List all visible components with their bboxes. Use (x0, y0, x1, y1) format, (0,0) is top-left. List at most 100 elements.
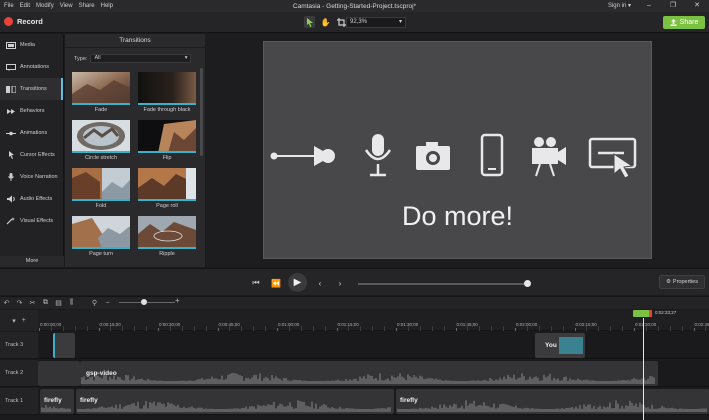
transition-thumb-flip[interactable] (138, 120, 196, 153)
transition-thumb-circle-stretch[interactable] (72, 120, 130, 153)
transition-marker[interactable] (559, 337, 583, 354)
zoom-select[interactable]: 92,3% (346, 17, 406, 28)
type-select[interactable]: All (90, 54, 192, 63)
record-button[interactable]: Record (4, 17, 43, 26)
sidebar-item-behaviors[interactable]: Behaviors (0, 100, 63, 122)
sidebar-item-annotations[interactable]: Annotations (0, 56, 63, 78)
clip[interactable] (53, 333, 75, 358)
sidebar-item-animations[interactable]: Animations (0, 122, 63, 144)
transition-thumb-fold[interactable] (72, 168, 130, 201)
menu-help[interactable]: Help (101, 3, 113, 9)
play-button[interactable]: ▶ (288, 273, 307, 292)
ruler-minor-tick (503, 326, 505, 331)
scrub-handle[interactable] (524, 280, 531, 287)
track-header[interactable]: Track 2 (0, 360, 38, 387)
menu-file[interactable]: File (4, 3, 14, 9)
maximize-icon[interactable]: ❐ (661, 0, 685, 12)
transition-thumb-page-roll[interactable] (138, 168, 196, 201)
select-tool-icon[interactable] (304, 16, 315, 28)
clip[interactable] (38, 361, 80, 386)
paste-icon[interactable]: ▤ (52, 299, 65, 307)
ruler-minor-tick (300, 326, 302, 331)
audio-waveform (77, 400, 391, 412)
collapse-tracks-icon[interactable]: ▾ (12, 317, 16, 325)
ruler-minor-tick (74, 326, 76, 331)
track-lane[interactable]: firefly firefly firefly (38, 388, 709, 415)
timeline-toolbar: ↶ ↷ ✂ ⧉ ▤ ⫼ ⚲ − (0, 296, 709, 309)
close-icon[interactable]: ✕ (685, 0, 709, 12)
pan-hand-icon[interactable]: ✋ (320, 16, 331, 28)
ruler-minor-tick (419, 326, 421, 331)
clip-firefly[interactable]: firefly (76, 389, 394, 414)
sign-in-link[interactable]: Sign in ▾ (608, 2, 631, 9)
sidebar-item-transitions[interactable]: Transitions (0, 78, 63, 100)
ruler-tick (574, 328, 576, 331)
add-track-icon[interactable]: + (22, 317, 26, 324)
audio-waveform (397, 400, 707, 412)
ruler-minor-tick (360, 326, 362, 331)
zoom-icon[interactable]: ⚲ (88, 299, 101, 307)
panel-title: Transitions (65, 34, 205, 48)
undo-icon[interactable]: ↶ (0, 299, 13, 307)
track-header[interactable]: Track 1 (0, 388, 38, 415)
ruler-minor-tick (467, 326, 469, 331)
ruler-minor-tick (229, 326, 231, 331)
sidebar-item-label: Visual Effects (20, 218, 54, 224)
track-lane[interactable]: You (38, 332, 709, 359)
properties-button[interactable]: ⚙ Properties (659, 275, 705, 289)
timeline-zoom-handle[interactable] (141, 299, 147, 305)
camera-icon (416, 142, 450, 170)
menu-share[interactable]: Share (79, 3, 95, 9)
previous-frame-icon[interactable]: ⏪ (270, 277, 282, 289)
clip-label: firefly (44, 397, 62, 404)
track-2: Track 2 gsp-video (0, 360, 709, 387)
track-lane[interactable]: gsp-video (38, 360, 709, 387)
menu-edit[interactable]: Edit (20, 3, 30, 9)
more-button[interactable]: More (0, 256, 64, 267)
clip-you[interactable]: You (535, 333, 585, 358)
playhead-out-marker[interactable] (649, 310, 652, 317)
sidebar-item-label: Voice Narration (20, 174, 58, 180)
sidebar-item-media[interactable]: Media (0, 34, 63, 56)
transition-thumb-fade[interactable] (72, 72, 130, 105)
track-header[interactable]: Track 3 (0, 332, 38, 359)
clip-gsp-video[interactable]: gsp-video (80, 361, 658, 386)
panel-scrollbar[interactable] (200, 68, 203, 156)
menu-view[interactable]: View (60, 3, 73, 9)
ruler-minor-tick (610, 326, 612, 331)
cut-icon[interactable]: ✂ (26, 299, 39, 307)
zoom-in-icon[interactable]: + (175, 296, 180, 305)
previous-clip-icon[interactable]: ‹ (314, 277, 326, 289)
ruler-minor-tick (598, 326, 600, 331)
window-controls: – ❐ ✕ (637, 0, 709, 12)
microphone-icon (5, 173, 16, 181)
sidebar-item-cursor-effects[interactable]: Cursor Effects (0, 144, 63, 166)
scrub-bar[interactable] (358, 283, 528, 285)
sidebar-item-voice-narration[interactable]: Voice Narration (0, 166, 63, 188)
transition-thumb-page-turn[interactable] (72, 216, 130, 249)
menu-modify[interactable]: Modify (36, 3, 54, 9)
annotations-icon (5, 63, 16, 71)
next-clip-icon[interactable]: › (334, 277, 346, 289)
track-1: Track 1 firefly firefly firefly (0, 388, 709, 415)
transition-thumb-fade-through-black[interactable] (138, 72, 196, 105)
step-back-icon[interactable]: ⏮ (250, 277, 262, 289)
sidebar-item-visual-effects[interactable]: Visual Effects (0, 210, 63, 232)
timeline-ruler[interactable]: 0:00:00;00 0:00:15;00 0:00:30;00 0:00:45;00… (38, 310, 709, 331)
redo-icon[interactable]: ↷ (13, 299, 26, 307)
transition-thumb-ripple[interactable] (138, 216, 196, 249)
ruler-tick (277, 328, 278, 331)
minimize-icon[interactable]: – (637, 0, 661, 12)
clip-firefly[interactable]: firefly (40, 389, 74, 414)
ruler-minor-tick (122, 326, 124, 331)
sidebar-item-audio-effects[interactable]: Audio Effects (0, 188, 63, 210)
zoom-out-icon[interactable]: − (101, 300, 114, 307)
share-button[interactable]: Share (663, 16, 705, 29)
copy-icon[interactable]: ⧉ (39, 299, 52, 307)
preview-canvas[interactable]: Do more! (263, 41, 652, 259)
title-bar: File Edit Modify View Share Help Camtasi… (0, 0, 709, 12)
ruler-tick (336, 328, 338, 331)
timeline-zoom-slider[interactable] (119, 302, 175, 303)
clip-firefly[interactable]: firefly (396, 389, 709, 414)
split-icon[interactable]: ⫼ (65, 299, 78, 307)
